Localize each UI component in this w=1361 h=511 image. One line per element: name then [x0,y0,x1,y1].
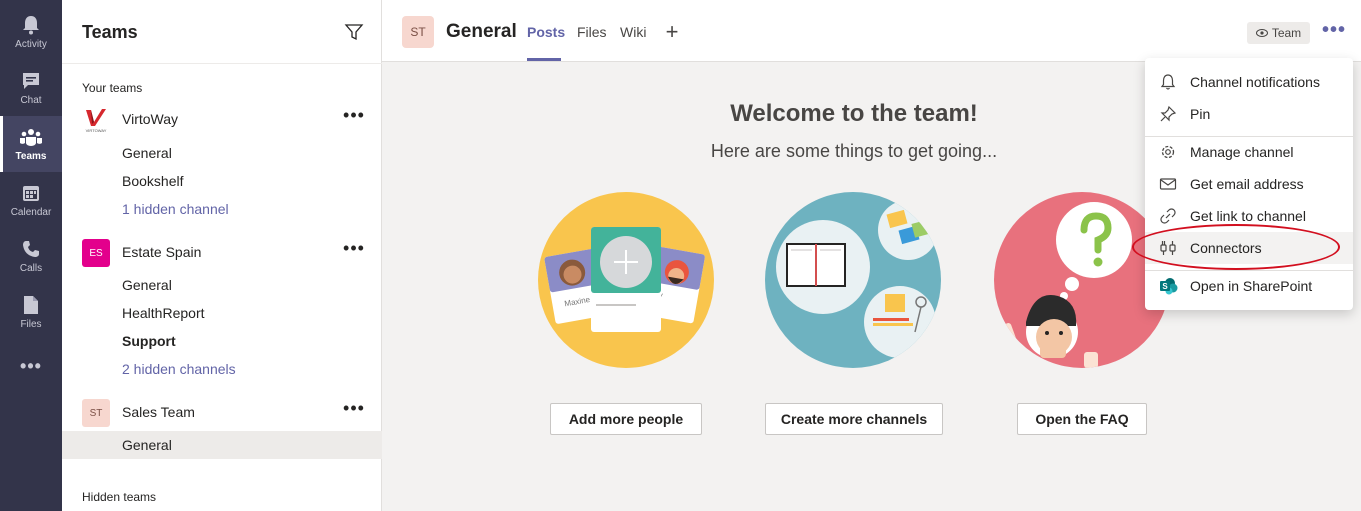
menu-item-label: Channel notifications [1190,74,1320,90]
bell-icon [20,14,42,36]
menu-item-label: Get email address [1190,176,1304,192]
team-row-sales-team[interactable]: ST Sales Team ••• [62,394,382,430]
rail-label: Teams [15,151,47,162]
team-button-label: Team [1271,26,1302,40]
team-row-virtoway[interactable]: VIRTOWAY VirtoWay ••• [62,101,382,137]
team-more-button[interactable]: ••• [342,238,366,262]
teams-panel-title: Teams [82,22,138,42]
eye-icon [1255,29,1268,37]
hidden-channels-link[interactable]: 2 hidden channels [62,355,382,383]
channel-general[interactable]: General [62,271,382,299]
chat-icon [20,70,42,92]
team-more-button[interactable]: ••• [342,105,366,129]
tab-wiki[interactable]: Wiki [620,24,646,40]
svg-text:VIRTOWAY: VIRTOWAY [86,128,107,133]
team-name: Estate Spain [122,244,202,260]
app-rail: Activity Chat Teams Calendar Calls Files… [0,0,62,511]
channel-general-selected[interactable]: General [62,431,382,459]
teams-header: Teams [62,0,382,64]
add-tab-button[interactable]: + [662,20,682,44]
more-options-button[interactable]: ••• [1322,18,1346,42]
your-teams-label: Your teams [82,81,143,95]
menu-item-label: Connectors [1190,240,1262,256]
team-row-estate-spain[interactable]: ES Estate Spain ••• [62,234,382,270]
hidden-channels-link[interactable]: 1 hidden channel [62,195,382,223]
channel-support[interactable]: Support [62,327,382,355]
rail-label: Chat [20,95,42,106]
filter-icon[interactable] [344,22,364,42]
connector-icon [1159,239,1177,257]
team-more-button[interactable]: ••• [342,398,366,422]
team-visibility-button[interactable]: Team [1247,22,1310,44]
create-more-channels-button[interactable]: Create more channels [765,403,943,435]
rail-item-calls[interactable]: Calls [0,228,62,284]
more-dots-icon: ••• [20,355,42,376]
channel-title: General [446,21,517,42]
link-icon [1159,207,1177,225]
rail-label: Calls [19,263,43,274]
active-tab-indicator [527,58,561,61]
sharepoint-icon: S [1159,277,1178,295]
pin-icon [1159,105,1177,123]
rail-item-teams[interactable]: Teams [0,116,62,172]
rail-item-calendar[interactable]: Calendar [0,172,62,228]
open-faq-button[interactable]: Open the FAQ [1017,403,1147,435]
rail-item-activity[interactable]: Activity [0,4,62,60]
channel-header: ST General Posts Files Wiki + Team ••• [382,0,1361,62]
team-name: VirtoWay [122,111,179,127]
channel-general[interactable]: General [62,139,382,167]
tab-files[interactable]: Files [577,24,607,40]
rail-label: Calendar [10,207,52,218]
virtoway-logo: VIRTOWAY [82,106,110,134]
rail-more-button[interactable]: ••• [0,338,62,394]
file-icon [20,294,42,316]
menu-item-connectors[interactable]: Connectors [1145,232,1353,264]
team-avatar: ST [82,399,110,427]
calendar-icon [20,182,42,204]
menu-item-get-link-to-channel[interactable]: Get link to channel [1145,200,1353,232]
menu-item-label: Manage channel [1190,144,1294,160]
channels-illustration [765,192,941,368]
gear-icon [1159,143,1177,161]
teams-icon [20,126,42,148]
channel-healthreport[interactable]: HealthReport [62,299,382,327]
rail-item-chat[interactable]: Chat [0,60,62,116]
bell-icon [1159,73,1177,91]
hidden-teams-label[interactable]: Hidden teams [82,490,156,504]
tab-posts[interactable]: Posts [527,24,565,40]
teams-panel: Teams Your teams VIRTOWAY VirtoWay ••• G… [62,0,382,511]
rail-label: Activity [15,39,47,50]
menu-item-label: Open in SharePoint [1190,278,1313,294]
menu-item-label: Get link to channel [1190,208,1306,224]
team-avatar: ES [82,239,110,267]
menu-item-manage-channel[interactable]: Manage channel [1145,136,1353,168]
channel-options-menu: Channel notifications Pin Manage channel… [1145,58,1353,310]
rail-label: Files [20,319,42,330]
channel-team-avatar: ST [402,16,434,48]
add-more-people-button[interactable]: Add more people [550,403,702,435]
menu-item-pin[interactable]: Pin [1145,98,1353,130]
add-people-illustration: Maxine ky [538,192,714,368]
menu-item-open-in-sharepoint[interactable]: S Open in SharePoint [1145,270,1353,302]
mail-icon [1159,175,1177,193]
svg-text:S: S [1162,282,1168,291]
phone-icon [20,238,42,260]
menu-item-get-email-address[interactable]: Get email address [1145,168,1353,200]
team-name: Sales Team [122,404,195,420]
rail-item-files[interactable]: Files [0,284,62,340]
menu-item-label: Pin [1190,106,1211,122]
faq-illustration [994,192,1170,368]
menu-item-channel-notifications[interactable]: Channel notifications [1145,66,1353,98]
channel-bookshelf[interactable]: Bookshelf [62,167,382,195]
